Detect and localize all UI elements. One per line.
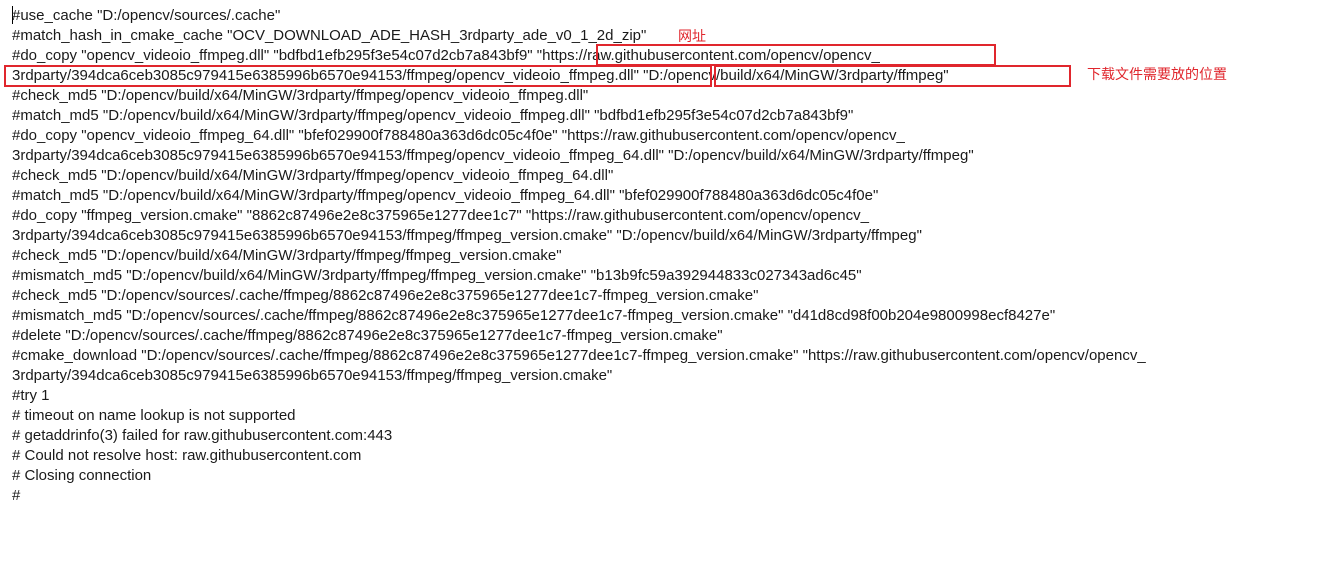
log-line: #use_cache "D:/opencv/sources/.cache" xyxy=(12,7,281,24)
log-line: #try 1 xyxy=(12,387,50,404)
log-line: #do_copy "opencv_videoio_ffmpeg_64.dll" … xyxy=(12,127,905,144)
log-line: #match_md5 "D:/opencv/build/x64/MinGW/3r… xyxy=(12,107,854,124)
log-line: 3rdparty/394dca6ceb3085c979415e6385996b6… xyxy=(12,227,922,244)
log-line: #match_md5 "D:/opencv/build/x64/MinGW/3r… xyxy=(12,187,879,204)
url-annotation: 网址 xyxy=(678,29,706,45)
log-line: # xyxy=(12,487,21,504)
log-line: #check_md5 "D:/opencv/build/x64/MinGW/3r… xyxy=(12,167,614,184)
text-editor[interactable]: #use_cache "D:/opencv/sources/.cache" #m… xyxy=(0,0,1337,582)
log-line: #match_hash_in_cmake_cache "OCV_DOWNLOAD… xyxy=(12,27,647,44)
log-line: #mismatch_md5 "D:/opencv/build/x64/MinGW… xyxy=(12,267,862,284)
log-line: # Closing connection xyxy=(12,467,152,484)
log-line: #do_copy "ffmpeg_version.cmake" "8862c87… xyxy=(12,207,869,224)
log-line: #do_copy "opencv_videoio_ffmpeg.dll" "bd… xyxy=(12,47,880,64)
log-line: # getaddrinfo(3) failed for raw.githubus… xyxy=(12,427,393,444)
log-line: #check_md5 "D:/opencv/sources/.cache/ffm… xyxy=(12,287,759,304)
log-line: #delete "D:/opencv/sources/.cache/ffmpeg… xyxy=(12,327,723,344)
log-line: #cmake_download "D:/opencv/sources/.cach… xyxy=(12,347,1146,364)
log-line: #mismatch_md5 "D:/opencv/sources/.cache/… xyxy=(12,307,1056,324)
log-line: #check_md5 "D:/opencv/build/x64/MinGW/3r… xyxy=(12,87,589,104)
log-line: 3rdparty/394dca6ceb3085c979415e6385996b6… xyxy=(12,147,974,164)
log-line: # Could not resolve host: raw.githubuser… xyxy=(12,447,362,464)
log-line: 3rdparty/394dca6ceb3085c979415e6385996b6… xyxy=(12,367,613,384)
log-line: 3rdparty/394dca6ceb3085c979415e6385996b6… xyxy=(12,67,949,84)
log-line: # timeout on name lookup is not supporte… xyxy=(12,407,296,424)
destination-annotation: 下载文件需要放的位置 xyxy=(1087,67,1227,83)
log-line: #check_md5 "D:/opencv/build/x64/MinGW/3r… xyxy=(12,247,562,264)
